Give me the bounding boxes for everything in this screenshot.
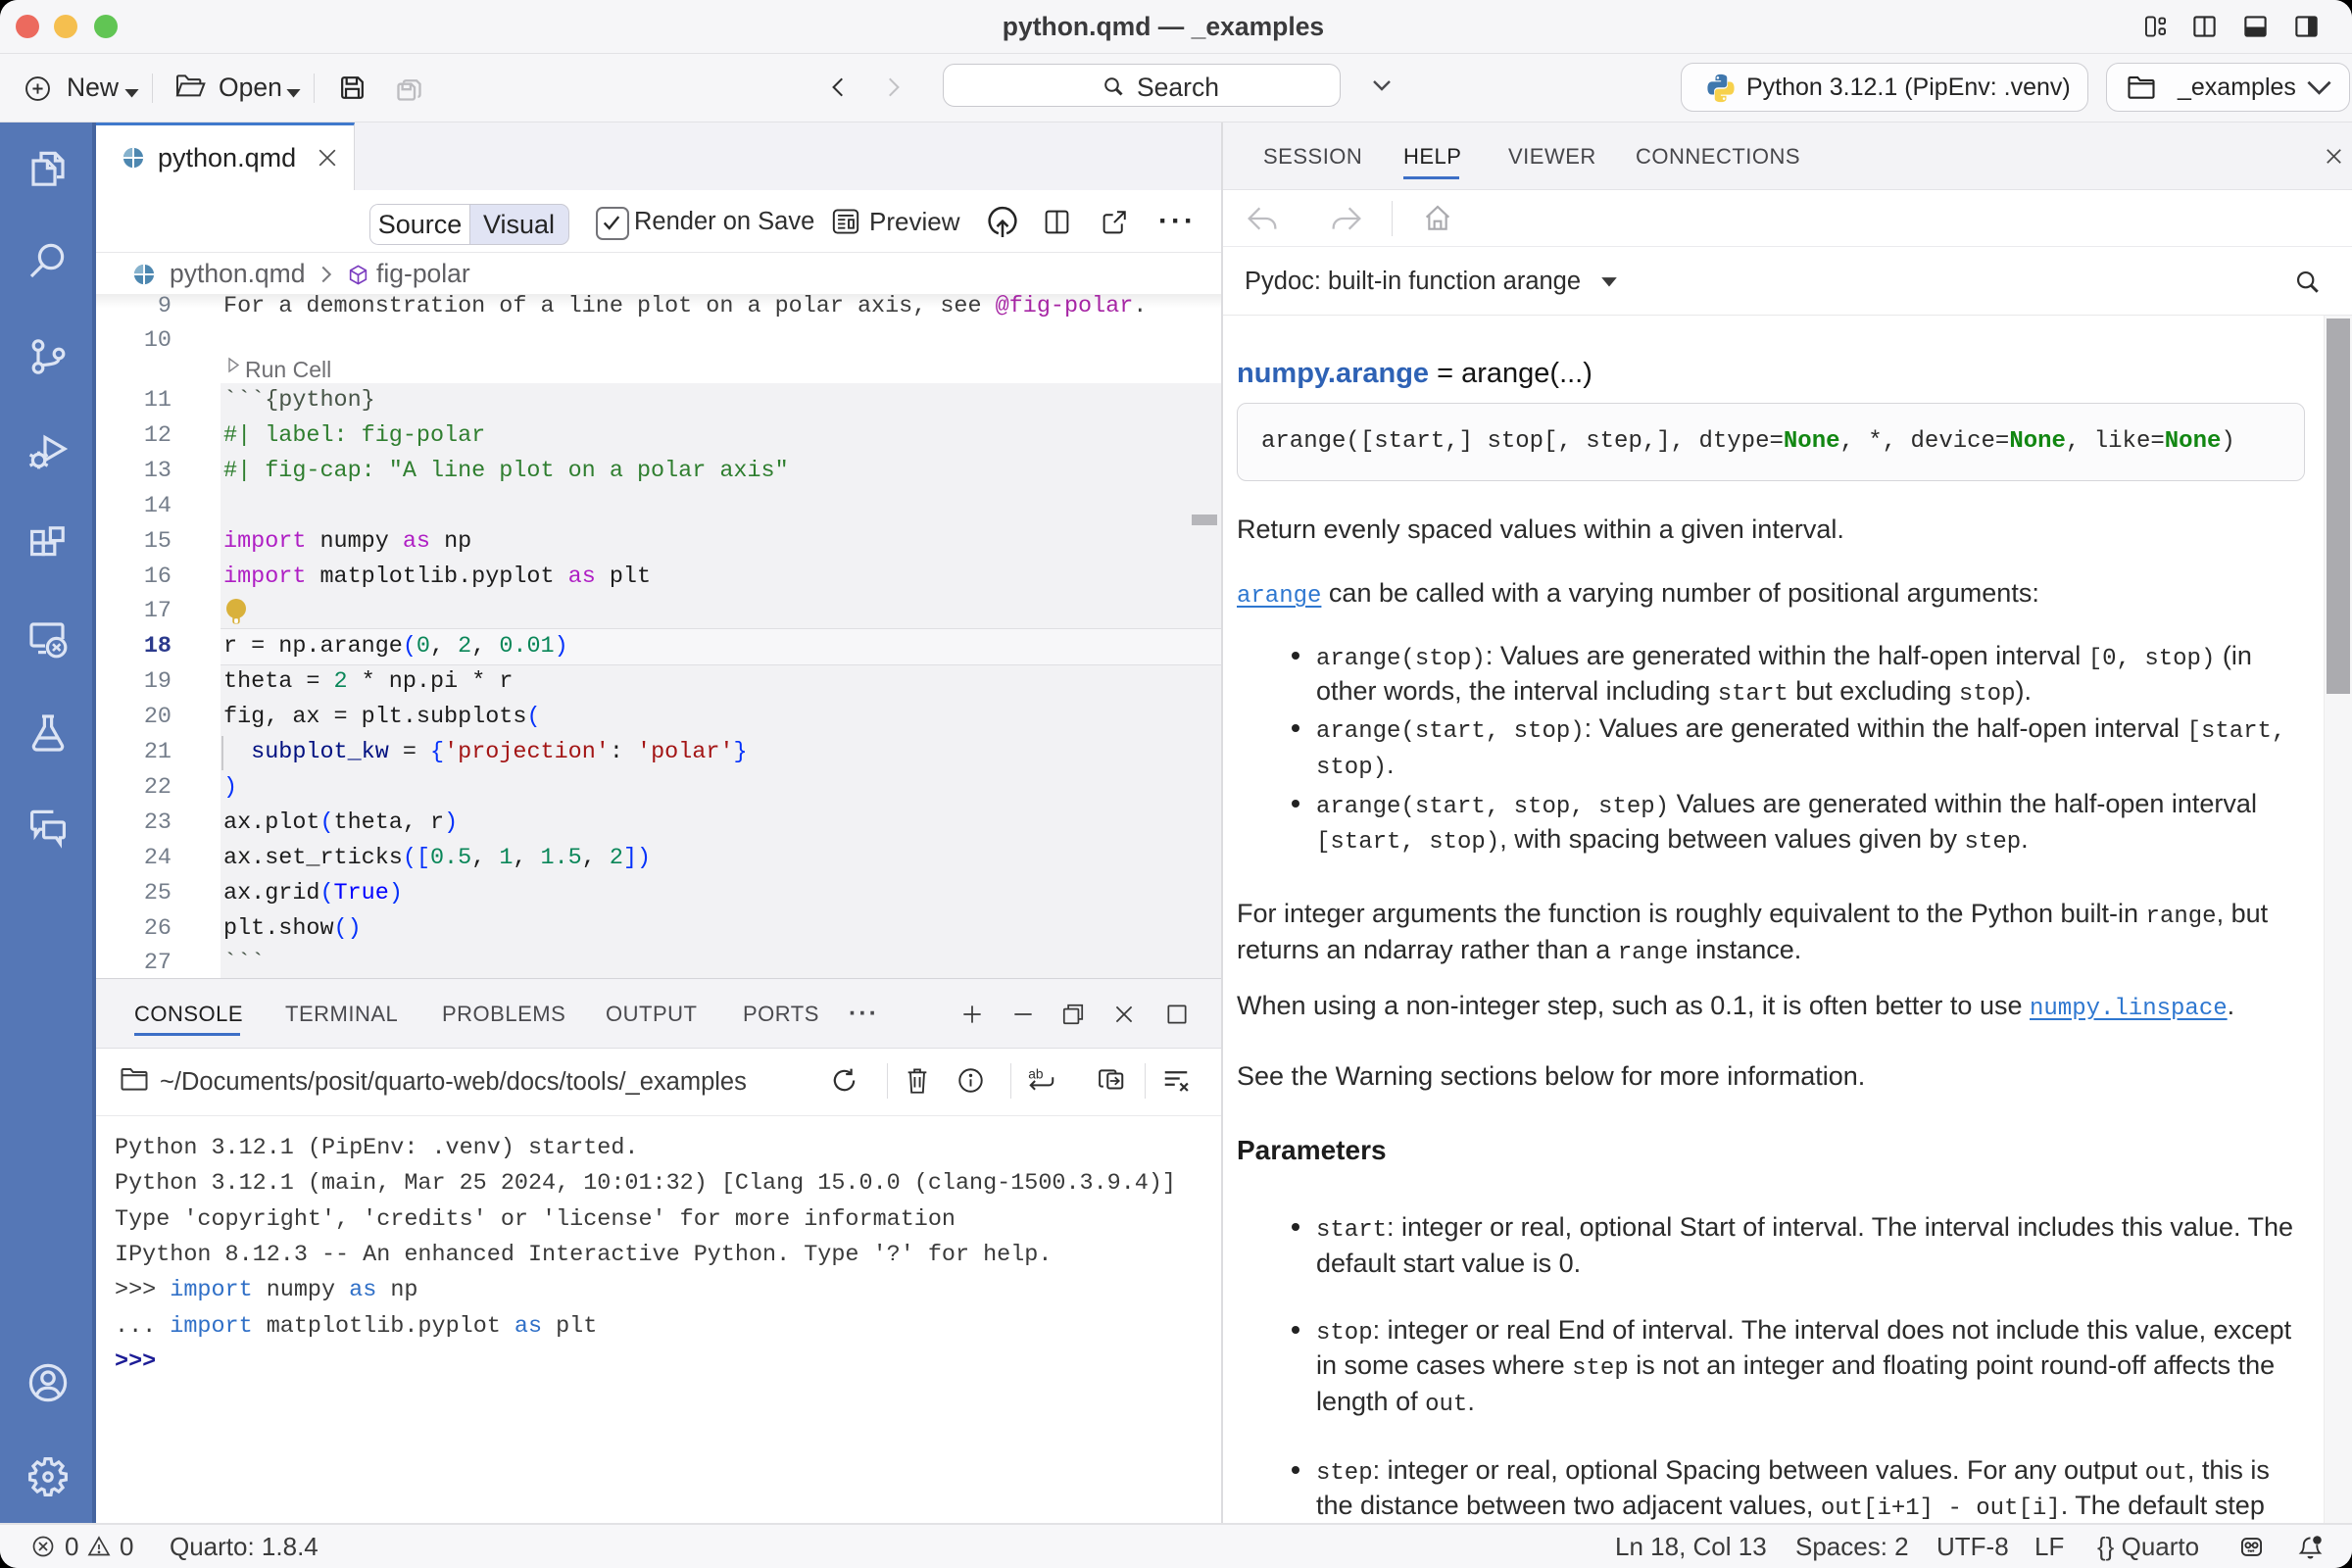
svg-text:ab: ab: [1028, 1067, 1044, 1082]
